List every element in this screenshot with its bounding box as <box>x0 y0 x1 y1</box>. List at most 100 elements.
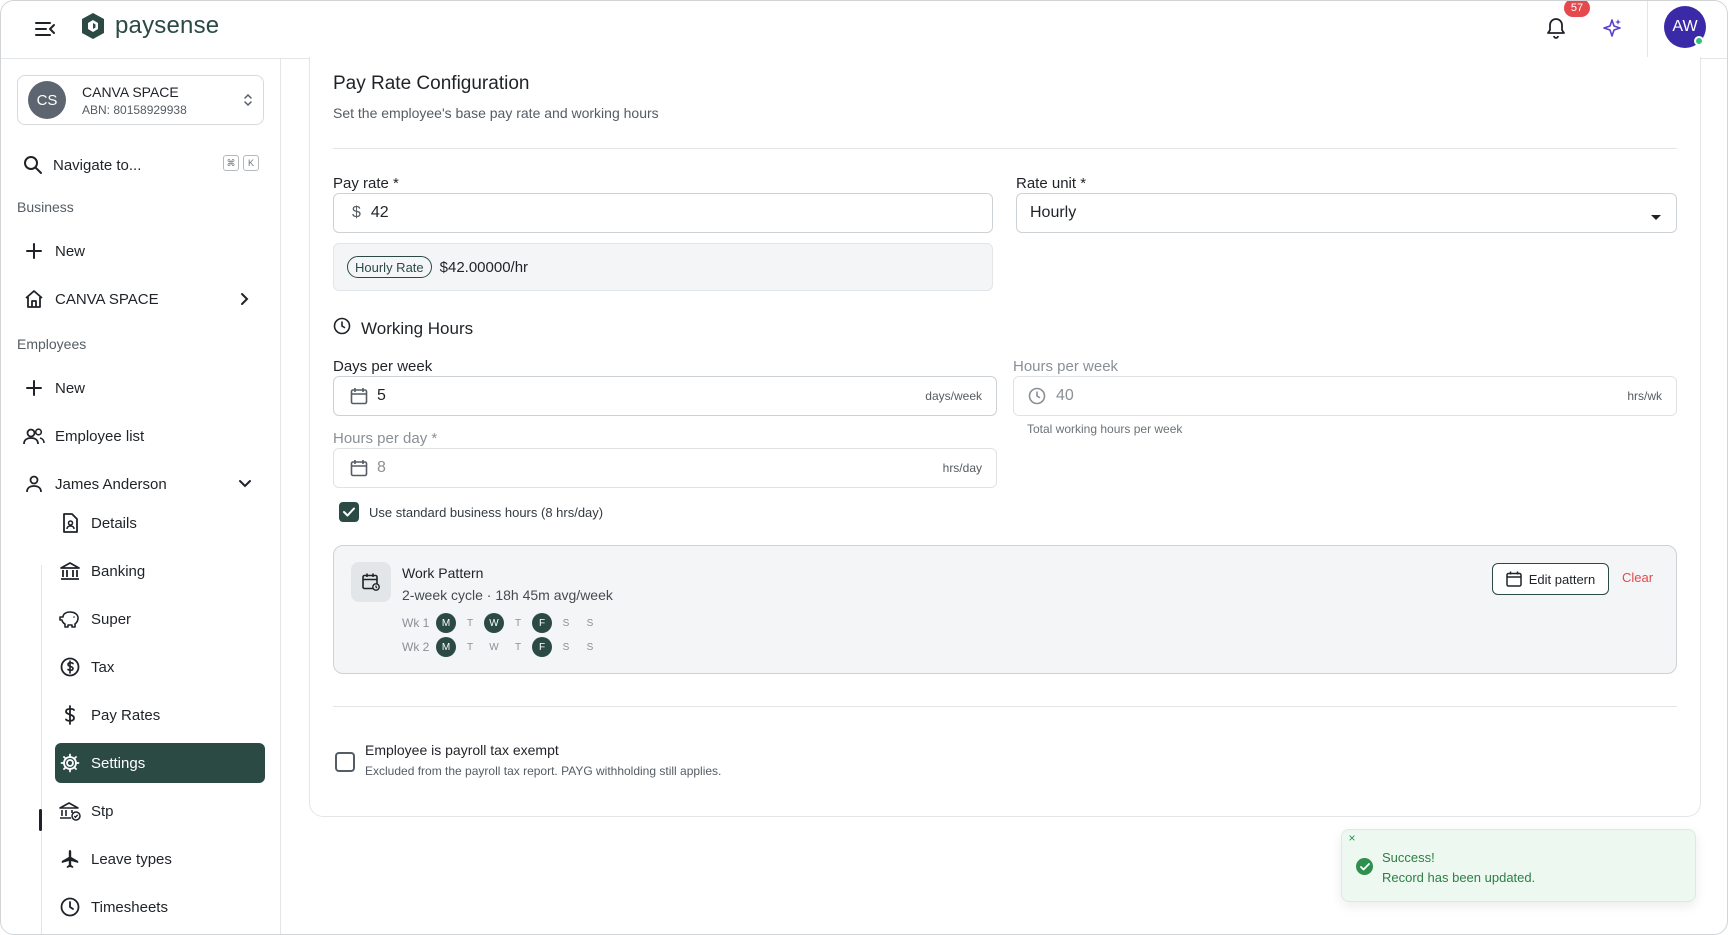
day-dot: W <box>489 641 499 653</box>
person-icon <box>23 473 45 495</box>
section-label-business: Business <box>17 199 74 215</box>
page-title: Pay Rate Configuration <box>333 73 530 94</box>
rate-type-chip: Hourly Rate <box>347 256 432 278</box>
required-marker: * <box>1080 175 1087 192</box>
rate-unit-label-text: Rate unit <box>1016 175 1077 192</box>
sidebar: CS CANVA SPACE ABN: 80158929938 Navigate… <box>1 59 281 934</box>
edit-pattern-label: Edit pattern <box>1528 571 1596 587</box>
divider <box>333 706 1677 707</box>
sidebar-item-label: Banking <box>91 562 146 580</box>
week-label: Wk 2 <box>402 640 430 654</box>
kbd-k: K <box>243 155 259 171</box>
hours-per-week-value: 40 <box>1056 387 1074 404</box>
notifications-button[interactable] <box>1541 13 1571 43</box>
day-dot: T <box>466 641 474 653</box>
day-dot: S <box>562 617 570 629</box>
sidebar-item-super[interactable]: Super <box>55 599 265 639</box>
day-dot: W <box>484 613 504 633</box>
navigate-search[interactable]: Navigate to... ⌘ K <box>23 151 263 179</box>
plane-icon <box>59 848 81 870</box>
hours-per-week-label: Hours per week <box>1013 358 1119 375</box>
sidebar-item-details[interactable]: Details <box>55 503 265 543</box>
section-label-employees: Employees <box>17 336 87 352</box>
rate-unit-value: Hourly <box>1030 204 1077 221</box>
work-pattern-summary: 2-week cycle · 18h 45m avg/week <box>402 587 613 603</box>
standard-hours-checkbox[interactable] <box>339 502 359 522</box>
working-hours-title: Working Hours <box>361 318 474 338</box>
standard-hours-label: Use standard business hours (8 hrs/day) <box>369 504 604 520</box>
sidebar-item-label: Timesheets <box>91 898 168 916</box>
sidebar-item-canva-space[interactable]: CANVA SPACE <box>23 281 263 317</box>
rate-unit-label: Rate unit * <box>1016 175 1086 192</box>
sidebar-item-label: CANVA SPACE <box>55 290 159 308</box>
caret-down-icon <box>1650 209 1662 227</box>
day-dot: T <box>514 641 522 653</box>
pay-rate-label-text: Pay rate <box>333 175 389 192</box>
active-item-marker <box>39 809 42 831</box>
menu-collapse-icon <box>35 22 55 36</box>
day-dot: T <box>466 617 474 629</box>
standard-hours-option[interactable]: Use standard business hours (8 hrs/day) <box>339 502 603 522</box>
required-marker: * <box>431 430 438 447</box>
search-icon <box>24 156 42 174</box>
required-marker: * <box>393 175 399 192</box>
check-icon <box>343 507 355 517</box>
currency-symbol: $ <box>352 204 361 221</box>
rate-summary: Hourly Rate $42.00000/hr <box>333 243 993 291</box>
sidebar-item-stp[interactable]: Stp <box>55 791 265 831</box>
close-icon[interactable]: × <box>1346 831 1358 845</box>
organisation-switcher[interactable]: CS CANVA SPACE ABN: 80158929938 <box>17 75 264 125</box>
menu-collapse-button[interactable] <box>31 15 59 43</box>
work-pattern-panel: Work Pattern 2-week cycle · 18h 45m avg/… <box>333 545 1677 674</box>
clear-pattern-button[interactable]: Clear <box>1622 570 1653 585</box>
week-1-row: Wk 1 M T W T F S S <box>402 613 604 633</box>
people-icon <box>23 425 45 447</box>
hours-per-day-input: 8 hrs/day <box>333 448 997 488</box>
plus-icon <box>23 240 45 262</box>
sidebar-item-leave-types[interactable]: Leave types <box>55 839 265 879</box>
sidebar-item-label: Employee list <box>55 427 145 445</box>
sidebar-item-employee-list[interactable]: Employee list <box>23 418 263 454</box>
payroll-tax-exempt-label: Employee is payroll tax exempt <box>365 742 559 758</box>
sidebar-item-pay-rates[interactable]: Pay Rates <box>55 695 265 735</box>
divider <box>333 148 1677 149</box>
sidebar-item-timesheets[interactable]: Timesheets <box>55 887 265 927</box>
days-per-week-input[interactable]: 5 days/week <box>333 376 997 416</box>
plus-icon <box>23 377 45 399</box>
pay-rate-card <box>309 57 1701 817</box>
calendar-icon <box>350 387 368 405</box>
brand-logo[interactable]: paysense <box>79 11 219 41</box>
toast-message: Record has been updated. <box>1382 870 1536 885</box>
payroll-tax-exempt-checkbox[interactable] <box>335 752 355 772</box>
sidebar-item-tax[interactable]: Tax <box>55 647 265 687</box>
check-circle-icon <box>1356 858 1373 875</box>
days-per-week-suffix: days/week <box>925 389 982 403</box>
top-bar: paysense 57 AW <box>1 1 1727 59</box>
calendar-icon <box>350 459 368 477</box>
sidebar-item-label: Super <box>91 610 132 628</box>
app-window: paysense 57 AW CS CANVA SPACE ABN: 80158… <box>0 0 1728 935</box>
hours-per-week-input: 40 hrs/wk <box>1013 376 1677 416</box>
rate-summary-value: $42.00000/hr <box>439 258 529 276</box>
rate-unit-select[interactable]: Hourly <box>1016 193 1677 233</box>
ai-assistant-button[interactable] <box>1597 13 1627 43</box>
document-icon <box>59 512 81 534</box>
sidebar-item-label: Stp <box>91 802 114 820</box>
gear-icon <box>59 752 81 774</box>
hours-per-day-label: Hours per day * <box>333 430 437 447</box>
edit-pattern-button[interactable]: Edit pattern <box>1492 563 1609 595</box>
sidebar-item-banking[interactable]: Banking <box>55 551 265 591</box>
day-dot: F <box>532 613 552 633</box>
payroll-tax-exempt-description: Excluded from the payroll tax report. PA… <box>365 764 722 778</box>
sidebar-item-james-anderson[interactable]: James Anderson <box>23 466 263 502</box>
dollar-icon <box>59 704 81 726</box>
sidebar-item-employee-new[interactable]: New <box>23 370 263 406</box>
bank-check-icon <box>59 800 81 822</box>
sidebar-item-settings[interactable]: Settings <box>55 743 265 783</box>
piggy-bank-icon <box>59 608 81 630</box>
home-icon <box>23 288 45 310</box>
sidebar-item-business-new[interactable]: New <box>23 233 263 269</box>
sidebar-item-label: Tax <box>91 658 115 676</box>
pay-rate-input[interactable]: $ 42 <box>333 193 993 233</box>
days-per-week-label: Days per week <box>333 358 433 375</box>
